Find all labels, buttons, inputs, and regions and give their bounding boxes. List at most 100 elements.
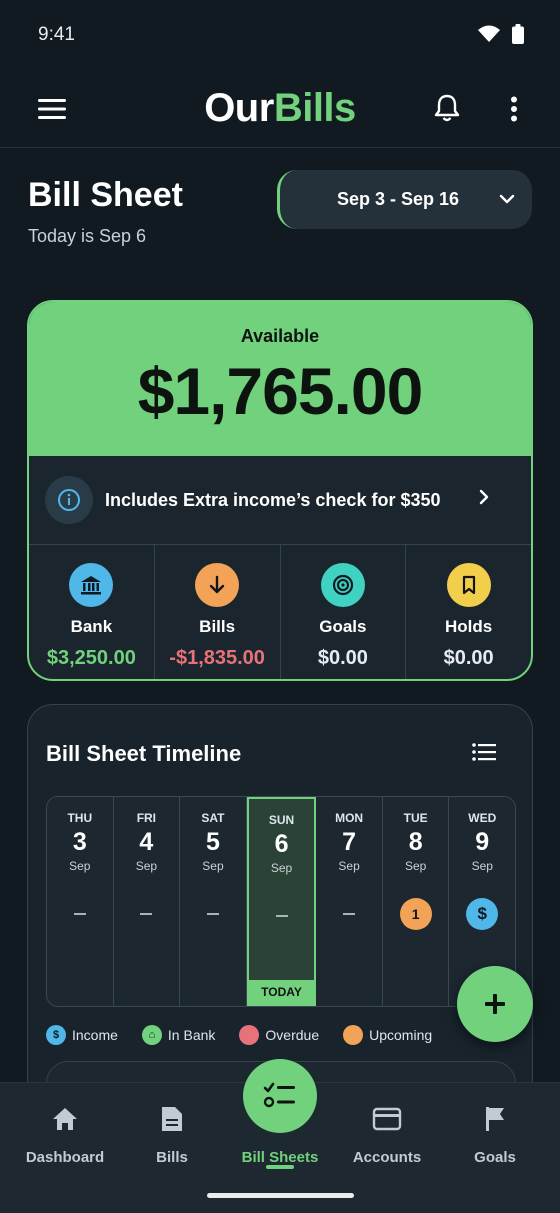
dollar-icon: $ xyxy=(46,1025,66,1045)
nav-label: Bills xyxy=(156,1149,188,1166)
date-range-picker[interactable]: Sep 3 - Sep 16 xyxy=(277,170,532,229)
day-month: Sep xyxy=(405,859,427,873)
document-icon xyxy=(162,1107,182,1131)
day-month: Sep xyxy=(471,859,493,873)
nav-goals[interactable]: Goals xyxy=(439,1103,551,1166)
credit-card-icon xyxy=(372,1107,402,1131)
day-month: Sep xyxy=(135,859,158,873)
day-number: 6 xyxy=(274,830,289,858)
day-weekday: TUE xyxy=(403,811,428,825)
chevron-down-icon xyxy=(499,194,515,204)
day-sun-6-today[interactable]: SUN 6 Sep TODAY xyxy=(246,797,317,1006)
legend-in-bank: ⌂ In Bank xyxy=(141,1025,216,1045)
overdue-dot xyxy=(239,1025,260,1045)
stat-goals[interactable]: Goals $0.00 xyxy=(281,545,407,679)
bookmark-icon xyxy=(446,563,491,607)
day-tue-8[interactable]: TUE 8 Sep 1 xyxy=(382,797,450,1006)
day-weekday: FRI xyxy=(136,811,157,825)
legend-label: In Bank xyxy=(167,1027,216,1043)
stat-label: Bank xyxy=(70,617,113,636)
stat-holds[interactable]: Holds $0.00 xyxy=(406,545,531,679)
day-weekday: THU xyxy=(67,811,93,825)
day-empty-marker xyxy=(47,899,113,929)
list-icon[interactable] xyxy=(472,742,496,762)
nav-bills[interactable]: Bills xyxy=(116,1103,228,1166)
available-section: Available $1,765.00 xyxy=(29,302,531,456)
stat-label: Holds xyxy=(445,617,493,636)
day-number: 4 xyxy=(139,828,154,856)
status-bar: 9:41 xyxy=(0,0,560,70)
more-vert-icon[interactable] xyxy=(510,96,518,122)
chevron-right-icon xyxy=(479,489,489,505)
status-icons xyxy=(478,24,524,44)
plus-icon xyxy=(485,994,505,1014)
day-fri-4[interactable]: FRI 4 Sep xyxy=(113,797,181,1006)
day-thu-3[interactable]: THU 3 Sep xyxy=(47,797,114,1006)
day-month: Sep xyxy=(202,859,224,873)
bill-sheets-center-button[interactable] xyxy=(243,1059,317,1133)
day-empty-marker xyxy=(114,899,180,929)
timeline-title: Bill Sheet Timeline xyxy=(46,741,242,766)
add-fab-button[interactable] xyxy=(457,966,533,1042)
stat-bank[interactable]: Bank $3,250.00 xyxy=(29,545,155,679)
bank-icon: ⌂ xyxy=(141,1025,162,1045)
upcoming-count-badge[interactable]: 1 xyxy=(399,898,432,930)
info-badge xyxy=(45,476,93,524)
available-amount: $1,765.00 xyxy=(137,354,424,428)
day-empty-marker xyxy=(316,899,382,929)
day-empty-marker xyxy=(180,899,246,929)
day-weekday: MON xyxy=(335,811,364,825)
active-tab-indicator xyxy=(266,1165,294,1169)
app-logo: OurBills xyxy=(0,86,560,131)
legend-income: $ Income xyxy=(46,1025,118,1045)
income-badge[interactable]: $ xyxy=(466,898,499,930)
info-icon xyxy=(58,489,80,511)
arrow-down-icon xyxy=(195,563,240,607)
nav-accounts[interactable]: Accounts xyxy=(331,1103,443,1166)
stat-value: $0.00 xyxy=(317,647,368,669)
nav-dashboard[interactable]: Dashboard xyxy=(9,1103,121,1166)
bank-icon xyxy=(69,563,114,607)
logo-bills: Bills xyxy=(273,86,356,130)
info-text: Includes Extra income’s check for $350 xyxy=(105,489,441,510)
wifi-icon xyxy=(478,25,500,42)
legend-overdue: Overdue xyxy=(239,1025,319,1045)
upcoming-dot xyxy=(343,1025,364,1045)
stat-bills[interactable]: Bills -$1,835.00 xyxy=(155,545,281,679)
timeline-legend: $ Income ⌂ In Bank Overdue Upcoming xyxy=(46,1025,516,1045)
app-bar: OurBills xyxy=(0,70,560,148)
nav-label: Accounts xyxy=(352,1149,422,1166)
day-number: 8 xyxy=(408,828,423,856)
legend-label: Upcoming xyxy=(369,1027,433,1043)
balance-card: Available $1,765.00 Includes Extra incom… xyxy=(27,300,533,681)
page-title: Bill Sheet xyxy=(28,176,183,214)
day-empty-marker xyxy=(249,901,315,931)
day-mon-7[interactable]: MON 7 Sep xyxy=(316,797,383,1006)
day-number: 7 xyxy=(342,828,357,856)
day-marker: $ xyxy=(449,898,515,930)
flag-icon xyxy=(486,1107,504,1131)
day-weekday: SAT xyxy=(201,811,225,825)
nav-label: Bill Sheets xyxy=(241,1149,319,1166)
nav-label: Goals xyxy=(474,1149,516,1166)
extra-income-info-row[interactable]: Includes Extra income’s check for $350 xyxy=(29,456,531,545)
day-weekday: WED xyxy=(468,811,497,825)
stat-label: Bills xyxy=(199,617,236,636)
checklist-icon xyxy=(263,1082,295,1108)
day-weekday: SUN xyxy=(268,813,295,827)
day-sat-5[interactable]: SAT 5 Sep xyxy=(180,797,247,1006)
bell-icon[interactable] xyxy=(434,94,460,122)
today-text: Today is Sep 6 xyxy=(28,226,147,246)
logo-our: Our xyxy=(204,86,274,130)
date-range-label: Sep 3 - Sep 16 xyxy=(336,189,460,209)
available-label: Available xyxy=(240,326,320,346)
today-tag: TODAY xyxy=(248,980,315,1004)
stat-value: $3,250.00 xyxy=(46,647,136,669)
target-icon xyxy=(320,563,365,607)
nav-label: Dashboard xyxy=(25,1149,105,1166)
stat-label: Goals xyxy=(319,617,367,636)
day-number: 9 xyxy=(475,828,490,856)
stat-value: $0.00 xyxy=(443,647,494,669)
home-indicator xyxy=(207,1193,354,1198)
stat-value: -$1,835.00 xyxy=(169,647,265,669)
